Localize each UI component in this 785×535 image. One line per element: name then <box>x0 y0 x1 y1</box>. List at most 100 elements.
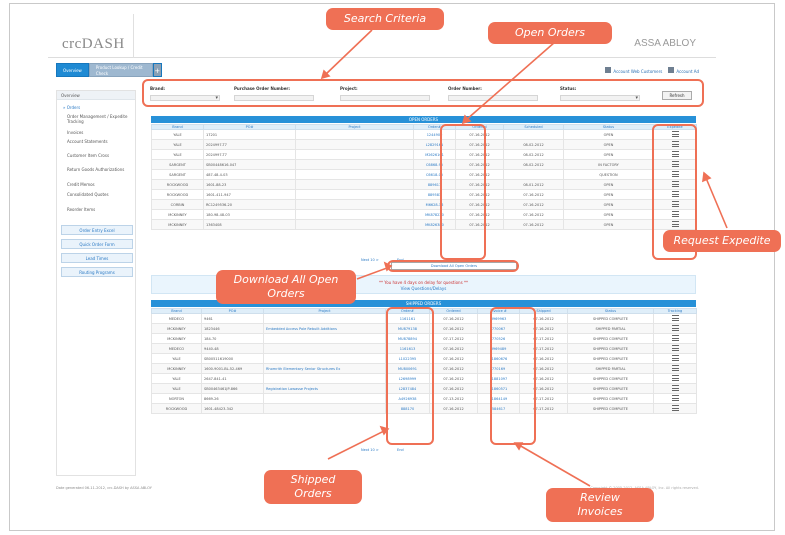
sidebar-item-orders[interactable]: » Orders <box>63 105 133 110</box>
tracking-cell[interactable] <box>653 333 697 344</box>
order-number-link[interactable]: MU879138 <box>385 323 430 334</box>
project-cell[interactable] <box>295 199 414 210</box>
order-number-link[interactable]: MK826380 <box>413 219 456 230</box>
expedite-cell[interactable] <box>653 179 697 190</box>
project-link[interactable] <box>263 393 386 404</box>
tracking-icon[interactable] <box>671 315 679 321</box>
invoice-number-link[interactable]: 3969963 <box>477 313 520 324</box>
expedite-cell[interactable] <box>653 189 697 200</box>
order-number-link[interactable]: MU800691 <box>385 363 430 374</box>
tracking-icon[interactable] <box>671 395 679 401</box>
tracking-icon[interactable] <box>671 365 679 371</box>
tracking-icon[interactable] <box>671 375 679 381</box>
expedite-cell[interactable] <box>653 149 697 160</box>
tracking-cell[interactable] <box>653 353 697 364</box>
order-number-link[interactable]: MK878220 <box>413 209 456 220</box>
expedite-cell[interactable] <box>653 219 697 230</box>
po-number-input[interactable] <box>234 95 314 101</box>
tracking-cell[interactable] <box>653 313 697 324</box>
order-number-link[interactable]: 888170 <box>385 403 430 414</box>
project-link[interactable] <box>263 373 386 384</box>
sidebar-item-credit-memos[interactable]: Credit Memos <box>67 182 131 187</box>
status-select[interactable] <box>560 95 640 101</box>
sidebar-item-invoices[interactable]: Invoices <box>67 130 131 135</box>
order-number-link[interactable]: MU878894 <box>385 333 430 344</box>
order-number-link[interactable]: L2829161 <box>413 139 456 150</box>
expedite-icon[interactable] <box>671 191 679 197</box>
settings-link[interactable]: Account Ad <box>668 67 699 74</box>
expedite-cell[interactable] <box>653 129 697 140</box>
lead-times-button[interactable]: Lead Times <box>61 253 133 263</box>
expedite-icon[interactable] <box>671 161 679 167</box>
invoice-number-link[interactable]: L1860676 <box>477 353 520 364</box>
sidebar-item-customer-item-cross[interactable]: Customer Item Cross <box>67 153 131 158</box>
refresh-button[interactable]: Refresh <box>662 91 692 100</box>
shipped-orders-end-page[interactable]: End <box>397 448 404 452</box>
project-link[interactable]: Registration Lowasse Projects <box>263 383 386 394</box>
expedite-icon[interactable] <box>671 151 679 157</box>
sidebar-item-reorder-items[interactable]: Reorder Items <box>67 207 131 212</box>
project-link[interactable] <box>263 333 386 344</box>
expedite-icon[interactable] <box>671 171 679 177</box>
expedite-icon[interactable] <box>671 141 679 147</box>
expedite-icon[interactable] <box>671 221 679 227</box>
project-link[interactable] <box>263 403 386 414</box>
order-entry-excel-button[interactable]: Order Entry Excel <box>61 225 133 235</box>
tracking-cell[interactable] <box>653 323 697 334</box>
invoice-number-link[interactable]: L1860571 <box>477 383 520 394</box>
order-number-link[interactable]: C6618-05 <box>413 169 456 180</box>
open-orders-next-page[interactable]: Next 10 > <box>361 258 379 262</box>
invoice-number-link[interactable]: 3969489 <box>477 343 520 354</box>
expedite-cell[interactable] <box>653 209 697 220</box>
order-number-input[interactable] <box>448 95 538 101</box>
expedite-icon[interactable] <box>671 131 679 137</box>
tracking-icon[interactable] <box>671 385 679 391</box>
project-link[interactable] <box>263 313 386 324</box>
tracking-cell[interactable] <box>653 363 697 374</box>
account-link[interactable]: Account Web Customers <box>605 67 662 74</box>
tracking-cell[interactable] <box>653 383 697 394</box>
project-cell[interactable] <box>295 159 414 170</box>
brand-select[interactable] <box>150 95 220 101</box>
order-number-link[interactable]: 1161613 <box>385 343 430 354</box>
order-number-link[interactable]: M6628-16 <box>413 199 456 210</box>
shipped-orders-next-page[interactable]: Next 10 > <box>361 448 379 452</box>
tab-overview[interactable]: Overview <box>56 63 89 77</box>
project-cell[interactable] <box>295 219 414 230</box>
sidebar-item-order-management[interactable]: Order Management / Expedite Tracking <box>67 114 131 124</box>
project-link[interactable]: Embedded Access Pole Rebuilt Additions <box>263 323 386 334</box>
tracking-cell[interactable] <box>653 343 697 354</box>
tracking-icon[interactable] <box>671 355 679 361</box>
quick-order-form-button[interactable]: Quick Order Form <box>61 239 133 249</box>
invoice-number-link[interactable]: 770169 <box>477 363 520 374</box>
app-logo[interactable]: crcDASH <box>62 36 125 53</box>
tracking-icon[interactable] <box>671 325 679 331</box>
order-number-link[interactable]: C6868-95 <box>413 159 456 170</box>
order-number-link[interactable]: 889583 <box>413 189 456 200</box>
expedite-cell[interactable] <box>653 159 697 170</box>
project-cell[interactable] <box>295 169 414 180</box>
sidebar-item-consolidated-quotes[interactable]: Consolidated Quotes <box>67 192 131 197</box>
invoice-number-link[interactable]: L1881097 <box>477 373 520 384</box>
project-link[interactable]: Rhomrith Elementary Senior Structures Ex <box>263 363 386 374</box>
routing-programs-button[interactable]: Routing Programs <box>61 267 133 277</box>
order-number-link[interactable]: 889617 <box>413 179 456 190</box>
order-number-link[interactable]: L1022395 <box>385 353 430 364</box>
invoice-number-link[interactable]: 770067 <box>477 323 520 334</box>
invoice-number-link[interactable]: 584617 <box>477 403 520 414</box>
order-number-link[interactable]: L2837484 <box>385 383 430 394</box>
order-number-link[interactable]: M2626161 <box>413 149 456 160</box>
expedite-cell[interactable] <box>653 139 697 150</box>
project-cell[interactable] <box>295 129 414 140</box>
tracking-icon[interactable] <box>671 335 679 341</box>
order-number-link[interactable]: L2698999 <box>385 373 430 384</box>
tracking-icon[interactable] <box>671 345 679 351</box>
expedite-icon[interactable] <box>671 211 679 217</box>
project-cell[interactable] <box>295 139 414 150</box>
tab-product-lookup[interactable]: Product Lookup / Credit Check <box>88 63 153 77</box>
project-cell[interactable] <box>295 149 414 160</box>
order-number-link[interactable]: 1161161 <box>385 313 430 324</box>
expedite-cell[interactable] <box>653 199 697 210</box>
order-number-link[interactable]: 1244900 <box>413 129 456 140</box>
project-cell[interactable] <box>295 189 414 200</box>
